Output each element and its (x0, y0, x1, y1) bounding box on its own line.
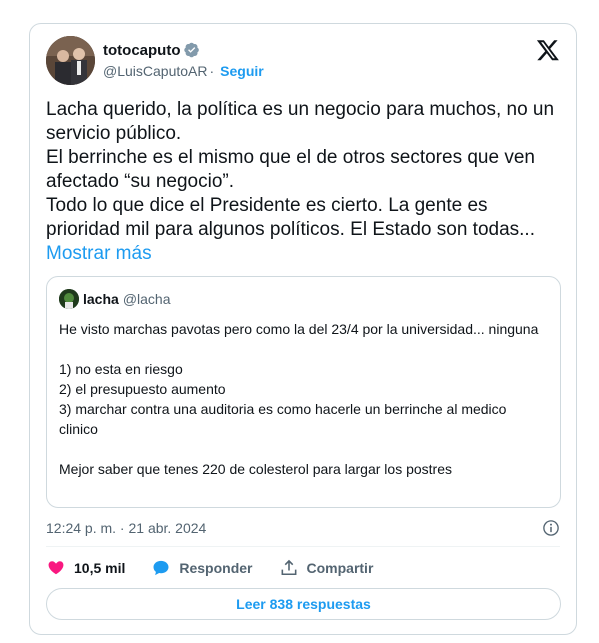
quoted-author-name: lacha (83, 291, 119, 307)
info-icon[interactable] (542, 519, 560, 537)
quoted-tweet-header: lacha @lacha (59, 289, 171, 309)
reply-bubble-icon (153, 560, 169, 576)
verified-badge-icon (184, 42, 200, 58)
author-handle[interactable]: @LuisCaputoAR (103, 63, 208, 79)
share-icon (281, 559, 296, 576)
follow-button[interactable]: Seguir (220, 63, 264, 79)
tweet-body: Lacha querido, la política es un negocio… (46, 98, 556, 266)
divider (46, 546, 560, 547)
reply-button[interactable]: Responder (151, 558, 253, 578)
tweet-text: Lacha querido, la política es un negocio… (46, 99, 555, 240)
share-button[interactable]: Compartir (279, 558, 374, 578)
author-display-name[interactable]: totocaputo (103, 42, 180, 59)
like-button[interactable]: 10,5 mil (46, 558, 125, 578)
author-names: totocaputo @LuisCaputoAR · Seguir (103, 40, 264, 80)
quoted-author-handle: @lacha (122, 291, 171, 307)
separator-dot: · (209, 63, 215, 79)
share-label: Compartir (306, 560, 374, 576)
reply-label: Responder (179, 560, 253, 576)
tweet-meta: 12:24 p. m. · 21 abr. 2024 (46, 518, 560, 538)
like-count: 10,5 mil (74, 560, 126, 576)
timestamp[interactable]: 12:24 p. m. · 21 abr. 2024 (46, 520, 206, 536)
read-replies-label: Leer 838 respuestas (236, 596, 371, 612)
tweet-header: totocaputo @LuisCaputoAR · Seguir (46, 36, 560, 86)
heart-icon (48, 561, 64, 575)
x-logo-icon[interactable] (536, 38, 560, 62)
quoted-tweet-text: He visto marchas pavotas pero como la de… (59, 321, 539, 477)
quoted-tweet[interactable]: lacha @lacha He visto marchas pavotas pe… (46, 276, 561, 508)
author-avatar[interactable] (46, 36, 95, 85)
read-replies-button[interactable]: Leer 838 respuestas (46, 588, 561, 620)
tweet-card: totocaputo @LuisCaputoAR · Seguir Lacha … (29, 23, 577, 635)
action-bar: 10,5 mil Responder Compartir (46, 556, 399, 580)
quoted-author-avatar (59, 289, 79, 309)
